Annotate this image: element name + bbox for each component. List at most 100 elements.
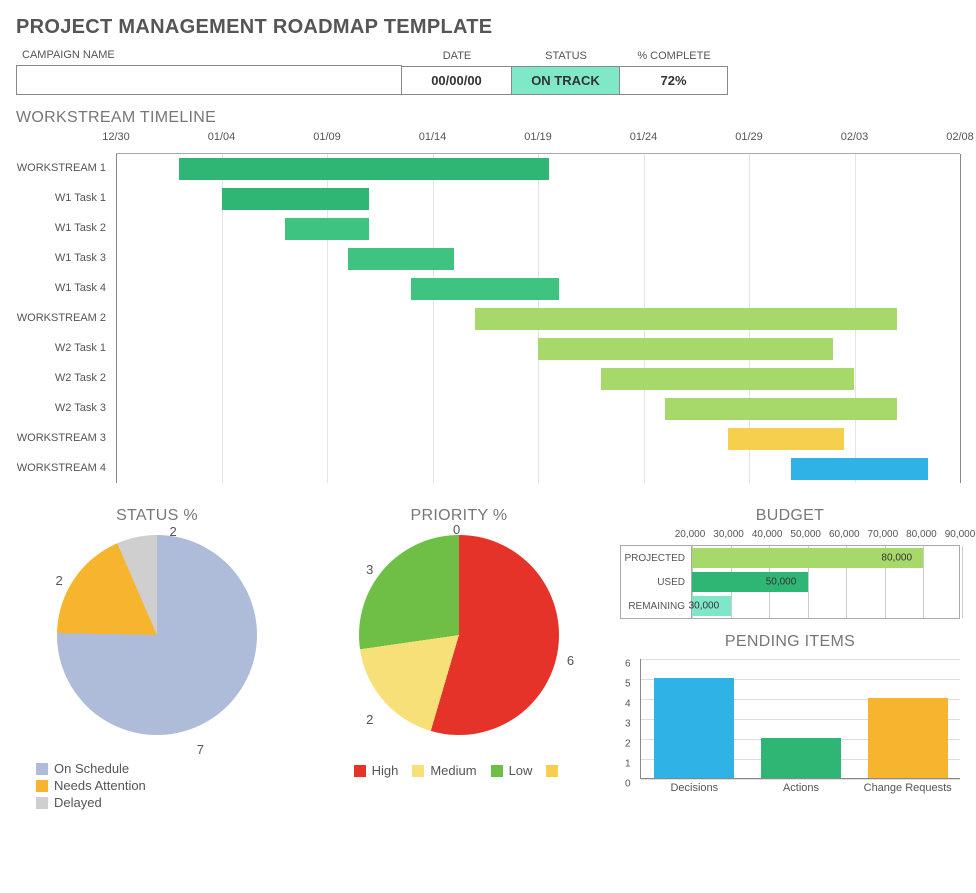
gantt-tick: 01/29 bbox=[735, 131, 763, 143]
legend-swatch bbox=[36, 763, 48, 775]
legend-label: Delayed bbox=[54, 795, 102, 810]
budget-row-label: PROJECTED bbox=[621, 553, 691, 564]
gantt-bar bbox=[538, 338, 833, 360]
pending-bar bbox=[868, 698, 948, 778]
gantt-row-label: WORKSTREAM 1 bbox=[16, 153, 116, 183]
legend-item: Low bbox=[491, 763, 533, 778]
budget-title: BUDGET bbox=[620, 507, 960, 525]
legend-label: On Schedule bbox=[54, 761, 129, 776]
budget-bar-value: 50,000 bbox=[766, 577, 797, 588]
budget-row-label: REMAINING bbox=[621, 601, 691, 612]
budget-tick: 40,000 bbox=[752, 529, 783, 540]
budget-tick: 20,000 bbox=[675, 529, 706, 540]
gantt-tick: 01/24 bbox=[630, 131, 658, 143]
legend-item bbox=[546, 763, 564, 778]
page-title: PROJECT MANAGEMENT ROADMAP TEMPLATE bbox=[16, 16, 960, 39]
pending-ytick: 2 bbox=[625, 739, 631, 750]
budget-bar-value: 80,000 bbox=[881, 553, 912, 564]
gantt-row-label: W1 Task 4 bbox=[16, 273, 116, 303]
pending-title: PENDING ITEMS bbox=[620, 633, 960, 651]
legend-label: High bbox=[372, 763, 399, 778]
pending-xlabel: Decisions bbox=[644, 782, 744, 794]
gantt-bar bbox=[285, 218, 369, 240]
legend-swatch bbox=[36, 797, 48, 809]
pending-ytick: 5 bbox=[625, 679, 631, 690]
legend-label: Low bbox=[509, 763, 533, 778]
pct-value[interactable]: 72% bbox=[620, 66, 728, 95]
gantt-row-label: W2 Task 3 bbox=[16, 393, 116, 423]
pie-data-label: 7 bbox=[197, 742, 204, 757]
legend-item: Delayed bbox=[36, 795, 298, 810]
gantt-bar bbox=[665, 398, 897, 420]
gantt-bar bbox=[728, 428, 844, 450]
pie-data-label: 6 bbox=[567, 653, 574, 668]
pct-label: % COMPLETE bbox=[620, 46, 728, 66]
gantt-row-label: WORKSTREAM 2 bbox=[16, 303, 116, 333]
legend-label: Medium bbox=[430, 763, 476, 778]
pie-data-label: 2 bbox=[55, 573, 62, 588]
pending-ytick: 6 bbox=[625, 659, 631, 670]
pie-data-label: 2 bbox=[170, 524, 177, 539]
gantt-chart: 12/3001/0401/0901/1401/1901/2401/2902/03… bbox=[16, 131, 960, 483]
pending-xlabel: Change Requests bbox=[858, 782, 958, 794]
status-value[interactable]: ON TRACK bbox=[512, 66, 620, 95]
gantt-row-label: W2 Task 2 bbox=[16, 363, 116, 393]
gantt-bar bbox=[179, 158, 548, 180]
timeline-title: WORKSTREAM TIMELINE bbox=[16, 109, 960, 127]
pie-data-label: 3 bbox=[366, 562, 373, 577]
pie-chart bbox=[57, 535, 257, 735]
legend-label: Needs Attention bbox=[54, 778, 146, 793]
budget-tick: 30,000 bbox=[713, 529, 744, 540]
budget-tick: 80,000 bbox=[906, 529, 937, 540]
status-label: STATUS bbox=[512, 46, 620, 66]
gantt-bar bbox=[348, 248, 454, 270]
budget-row-label: USED bbox=[621, 577, 691, 588]
priority-pie: 6230 bbox=[349, 535, 569, 755]
gantt-row-label: WORKSTREAM 3 bbox=[16, 423, 116, 453]
pending-chart: 0123456DecisionsActionsChange Requests bbox=[620, 659, 960, 779]
gantt-tick: 02/03 bbox=[841, 131, 869, 143]
legend-item: On Schedule bbox=[36, 761, 298, 776]
pie-chart bbox=[359, 535, 559, 735]
gantt-bar bbox=[222, 188, 370, 210]
date-label: DATE bbox=[402, 46, 512, 66]
gantt-bar bbox=[411, 278, 559, 300]
budget-tick: 60,000 bbox=[829, 529, 860, 540]
gantt-row-label: W1 Task 2 bbox=[16, 213, 116, 243]
pending-ytick: 4 bbox=[625, 699, 631, 710]
gantt-bar bbox=[601, 368, 854, 390]
pending-xlabel: Actions bbox=[751, 782, 851, 794]
budget-tick: 50,000 bbox=[790, 529, 821, 540]
budget-tick: 90,000 bbox=[945, 529, 976, 540]
gantt-row-label: W1 Task 3 bbox=[16, 243, 116, 273]
budget-tick: 70,000 bbox=[868, 529, 899, 540]
date-value[interactable]: 00/00/00 bbox=[402, 66, 512, 95]
status-pie: 722 bbox=[47, 535, 267, 755]
gantt-tick: 01/19 bbox=[524, 131, 552, 143]
gantt-tick: 01/14 bbox=[419, 131, 447, 143]
gantt-row-label: WORKSTREAM 4 bbox=[16, 453, 116, 483]
priority-legend: High Medium Low bbox=[318, 761, 600, 780]
legend-swatch bbox=[36, 780, 48, 792]
gantt-bar bbox=[791, 458, 928, 480]
legend-item: Needs Attention bbox=[36, 778, 298, 793]
pie-data-label: 2 bbox=[366, 712, 373, 727]
status-legend: On Schedule Needs Attention Delayed bbox=[36, 761, 298, 810]
status-pie-title: STATUS % bbox=[16, 507, 298, 525]
gantt-row-label: W1 Task 1 bbox=[16, 183, 116, 213]
gantt-tick: 01/09 bbox=[313, 131, 341, 143]
legend-swatch bbox=[412, 765, 424, 777]
header-row: CAMPAIGN NAME DATE 00/00/00 STATUS ON TR… bbox=[16, 45, 960, 95]
budget-chart: 20,000 30,000 40,000 50,000 60,000 70,000 80,0… bbox=[620, 529, 960, 619]
legend-item: High bbox=[354, 763, 399, 778]
campaign-input[interactable] bbox=[16, 65, 402, 95]
gantt-row-label: W2 Task 1 bbox=[16, 333, 116, 363]
pending-bar bbox=[761, 738, 841, 778]
legend-item: Medium bbox=[412, 763, 476, 778]
gantt-tick: 02/08 bbox=[946, 131, 974, 143]
legend-swatch bbox=[354, 765, 366, 777]
pie-data-label: 0 bbox=[453, 522, 460, 537]
pending-ytick: 1 bbox=[625, 759, 631, 770]
pending-bar bbox=[654, 678, 734, 778]
budget-bar-value: 30,000 bbox=[689, 601, 720, 612]
